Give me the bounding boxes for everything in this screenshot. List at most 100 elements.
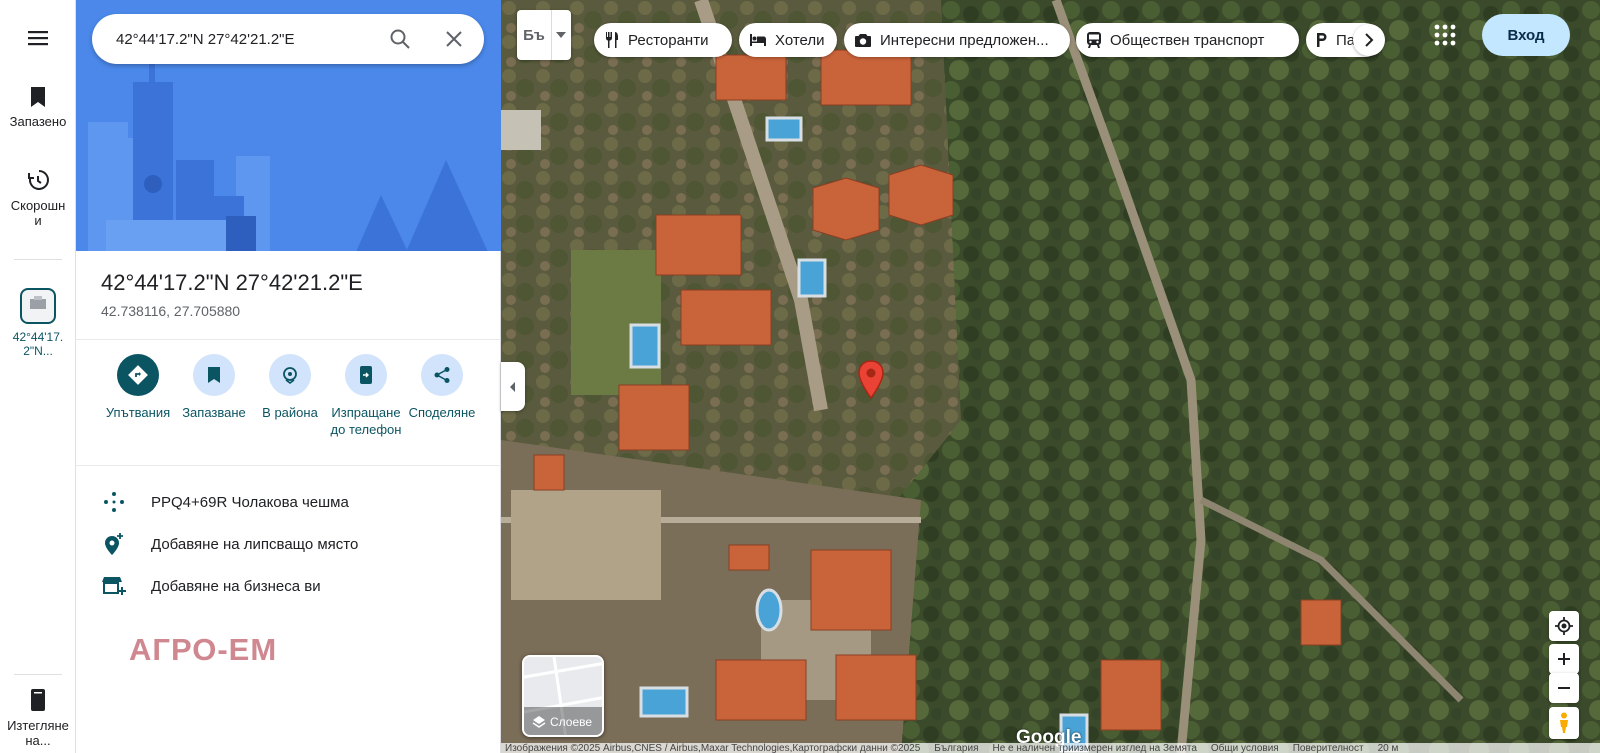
building-icon [30,296,46,309]
add-business-row[interactable]: Добавяне на бизнеса ви [101,572,321,600]
bookmark-icon [208,367,220,383]
history-icon [28,170,49,190]
parking-icon [1316,32,1328,48]
minus-icon [1558,687,1570,689]
left-rail: Запазено Скорошни 42°44'17.2"N... Изтегл… [0,0,76,753]
rail-divider [14,259,62,260]
layers-button[interactable]: Слоеве [522,655,604,737]
chip-restaurants[interactable]: Ресторанти [594,23,732,57]
add-missing-place-row[interactable]: Добавяне на липсващо място [101,530,358,558]
add-location-icon [104,533,123,555]
location-pin-icon[interactable] [857,360,885,400]
send-to-phone-label: Изпращане до телефон [330,405,402,437]
chip-things-to-do[interactable]: Интересни предложен... [844,23,1070,57]
maps-app: Запазено Скорошни 42°44'17.2"N... Изтегл… [0,0,1600,753]
save-label: Запазване [182,405,246,420]
country-link[interactable]: България [934,743,978,753]
hotel-icon [749,33,767,47]
pegman-icon [1560,712,1568,733]
privacy-link[interactable]: Поверителност [1293,743,1364,753]
nearby-button[interactable]: В района [250,354,330,421]
language-toggle[interactable]: Бъ [517,10,571,60]
satellite-imagery [501,0,1600,753]
layers-icon [532,716,546,728]
chevron-left-icon [510,381,515,392]
directions-icon [128,365,148,385]
place-title: 42°44'17.2"N 27°42'21.2"E [101,270,363,295]
layers-label: Слоеве [550,715,593,729]
chip-restaurants-label: Ресторанти [628,31,709,49]
my-location-button[interactable] [1549,611,1579,641]
chevron-down-icon[interactable] [552,32,570,38]
terms-link[interactable]: Общи условия [1211,743,1279,753]
language-label: Бъ [523,26,545,44]
chip-hotels-label: Хотели [775,31,825,49]
recent-place-label: 42°44'17.2"N... [12,330,64,358]
chip-transit-label: Обществен транспорт [1110,31,1265,49]
recent-place-thumbnail [20,288,56,324]
chips-next-button[interactable] [1353,24,1385,56]
apps-grid-icon [1434,24,1456,46]
action-buttons: Упътвания Запазване В района Изпращане д… [98,354,488,464]
recent-label: Скорошни [10,198,66,228]
share-icon [434,367,450,383]
zoom-in-button[interactable] [1549,644,1579,674]
attribution-text: Изображения ©2025 Airbus,CNES / Airbus,M… [505,743,921,753]
place-decimal-coordinates: 42.738116, 27.705880 [101,303,241,319]
send-to-phone-button[interactable]: Изпращане до телефон [326,354,406,438]
plus-code-row[interactable]: PPQ4+69R Чолакова чешма [101,488,349,516]
divider [76,465,501,466]
plus-code-icon [103,492,124,512]
signin-button[interactable]: Вход [1482,14,1570,56]
nearby-icon [283,367,297,384]
street-view-pegman-button[interactable] [1549,707,1579,739]
chevron-right-icon [1365,33,1374,47]
directions-label: Упътвания [105,405,171,420]
plus-code-text: PPQ4+69R Чолакова чешма [151,493,349,511]
download-app-label: Изтегляне на... [7,718,69,748]
divider [76,339,501,340]
directions-button[interactable]: Упътвания [98,354,178,421]
saved-button[interactable]: Запазено [0,86,76,129]
recent-place-button[interactable]: 42°44'17.2"N... [0,288,76,358]
add-missing-place-text: Добавяне на липсващо място [151,535,359,553]
plus-icon [1558,653,1570,665]
my-location-icon [1555,617,1573,635]
search-input[interactable] [116,30,386,48]
google-apps-button[interactable] [1430,20,1460,50]
add-business-icon [101,577,126,595]
menu-button[interactable] [0,28,76,54]
share-label: Споделяне [408,405,476,420]
scale-bar[interactable]: 20 м [1378,743,1413,753]
watermark-text: АГРО-ЕМ [129,632,278,667]
place-panel: 42°44'17.2"N 27°42'21.2"E 42.738116, 27.… [76,0,501,753]
restaurant-icon [604,31,620,49]
chip-hotels[interactable]: Хотели [739,23,837,57]
add-business-text: Добавяне на бизнеса ви [151,577,321,595]
save-button[interactable]: Запазване [174,354,254,421]
share-button[interactable]: Споделяне [402,354,482,421]
chip-transit[interactable]: Обществен транспорт [1076,23,1299,57]
terrain-note: Не е наличен триизмерен изглед на Земята [992,743,1197,753]
rail-divider-bottom [14,674,62,675]
download-app-button[interactable]: Изтегляне на... [0,688,76,748]
menu-icon [28,31,48,46]
map-footer: Изображения ©2025 Airbus,CNES / Airbus,M… [501,743,1600,753]
search-box [92,14,484,64]
clear-search-icon[interactable] [442,27,466,56]
collapse-panel-button[interactable] [501,362,525,411]
chip-things-to-do-label: Интересни предложен... [880,31,1049,49]
satellite-map[interactable] [501,0,1600,753]
recent-button[interactable]: Скорошни [0,168,76,228]
bookmark-icon [31,87,45,107]
nearby-label: В района [262,405,318,420]
search-icon[interactable] [388,27,412,56]
camera-icon [854,33,872,48]
saved-label: Запазено [9,114,67,129]
phone-download-icon [31,689,45,711]
scale-label: 20 м [1377,743,1399,753]
layers-label-wrap: Слоеве [532,715,592,729]
send-to-phone-icon [360,366,372,384]
transit-icon [1086,31,1102,49]
zoom-out-button[interactable] [1549,673,1579,703]
